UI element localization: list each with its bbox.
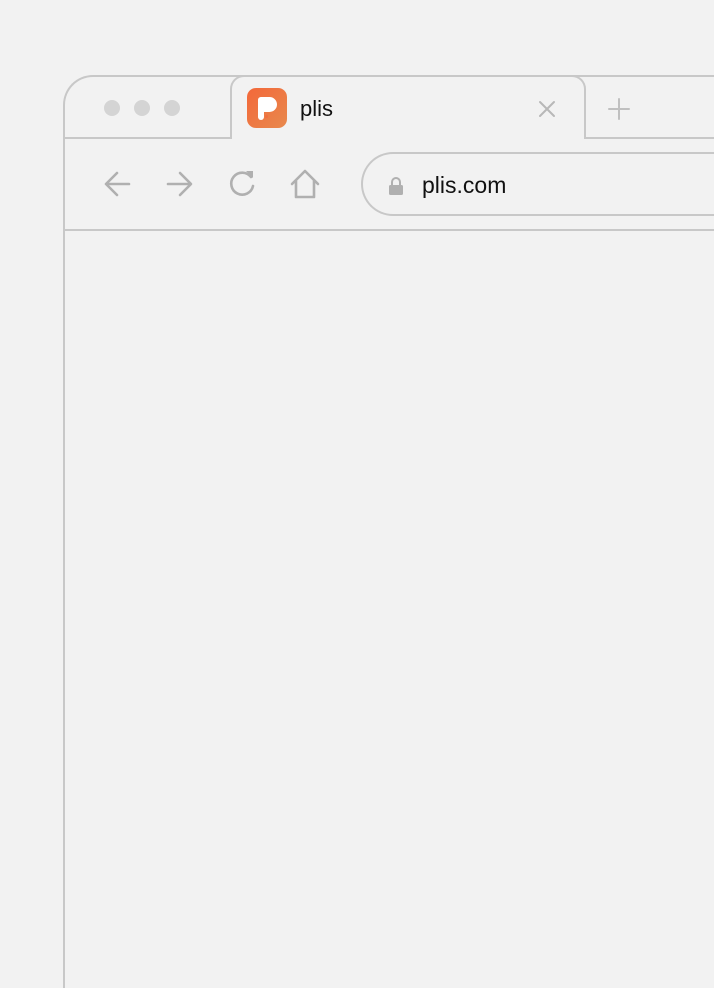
tab-active[interactable]: plis: [230, 75, 586, 141]
arrow-right-icon[interactable]: [162, 167, 196, 201]
screen: plis: [0, 0, 714, 988]
address-bar[interactable]: [361, 152, 714, 216]
arrow-left-icon[interactable]: [101, 167, 135, 201]
window-controls: [104, 100, 180, 116]
tab-strip: plis: [65, 75, 714, 141]
close-tab-icon[interactable]: [536, 98, 558, 120]
minimize-window-button[interactable]: [134, 100, 150, 116]
url-input[interactable]: [422, 172, 714, 198]
home-icon[interactable]: [288, 167, 322, 201]
reload-icon[interactable]: [225, 167, 259, 201]
page-content: [65, 231, 714, 988]
close-window-button[interactable]: [104, 100, 120, 116]
lock-icon: [389, 177, 403, 195]
maximize-window-button[interactable]: [164, 100, 180, 116]
new-tab-icon[interactable]: [605, 95, 633, 123]
tab-title: plis: [300, 96, 334, 121]
plis-logo-icon: [247, 88, 287, 128]
browser-window: plis: [63, 75, 714, 988]
toolbar: [65, 139, 714, 231]
